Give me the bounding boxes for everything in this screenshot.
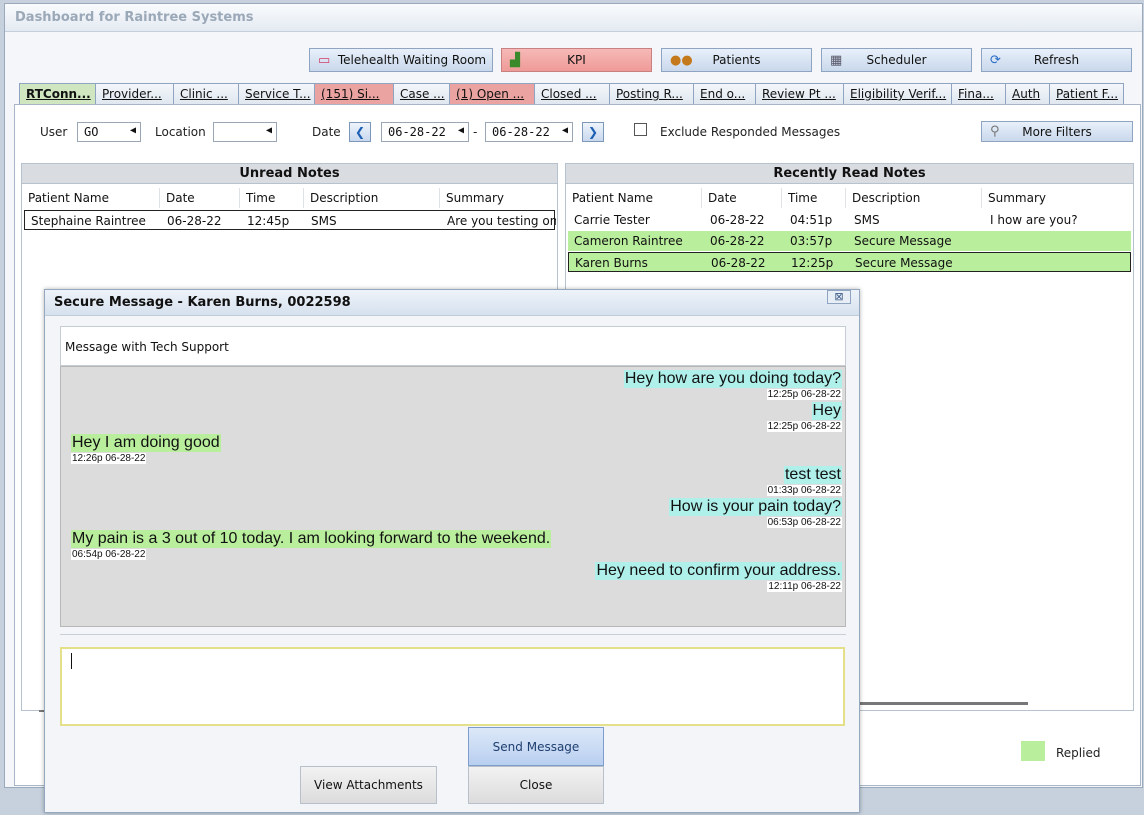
replied-legend-swatch [1021,741,1045,761]
tab-signature[interactable]: (151) Si... [314,83,394,105]
text-cursor [71,653,72,669]
column-header[interactable]: Description [846,188,982,208]
tab-case[interactable]: Case ... [393,83,450,105]
dialog-title: Secure Message - Karen Burns, 0022598 [45,290,859,316]
tab-eligibility[interactable]: Eligibility Verif... [843,83,952,105]
divider [60,634,846,635]
column-header[interactable]: Date [160,188,240,208]
users-icon: ●● [670,53,693,68]
date-label: Date [312,125,341,139]
chat-timestamp: 12:11p 06-28-22 [767,581,842,592]
message-subject-bar: Message with Tech Support [60,326,846,366]
more-filters-button[interactable]: ⚲ More Filters [981,121,1133,142]
filter-icon: ⚲ [990,124,1000,139]
message-thread[interactable]: Hey how are you doing today? 12:25p 06-28… [60,366,846,627]
tab-financial[interactable]: Fina... [951,83,1006,105]
chat-message: Hey I am doing good [71,434,221,452]
location-select[interactable]: ◀ [213,122,277,142]
recent-notes-title: Recently Read Notes [566,164,1133,184]
exclude-responded-checkbox[interactable] [634,123,647,136]
calendar-icon: ▦ [830,53,843,68]
tab-strip: RTConn... Provider... Clinic ... Service… [19,83,1124,105]
chart-icon: ▟ [510,53,520,68]
unread-header-row: Patient Name Date Time Description Summa… [22,188,557,208]
user-select[interactable]: GO ◀ [77,122,141,142]
next-date-button[interactable]: ❯ [582,122,604,142]
dropdown-arrow-icon: ◀ [265,125,272,136]
unread-notes-title: Unread Notes [22,164,557,184]
camera-icon: ▭ [318,53,331,68]
dropdown-arrow-icon: ◀ [457,125,464,136]
table-row[interactable]: Cameron Raintree 06-28-22 03:57p Secure … [568,231,1131,251]
tab-rtconnect[interactable]: RTConn... [19,83,96,105]
column-header[interactable]: Summary [982,188,1133,208]
window-title: Dashboard for Raintree Systems [5,4,1142,32]
column-header[interactable]: Patient Name [566,188,702,208]
dropdown-arrow-icon: ◀ [561,125,568,136]
send-message-button[interactable]: Send Message [468,727,604,766]
secure-message-dialog: Secure Message - Karen Burns, 0022598 ⊠ … [44,289,860,813]
chat-message: Hey how are you doing today? [623,370,842,388]
chat-message: How is your pain today? [669,498,842,516]
chat-timestamp: 06:54p 06-28-22 [71,549,147,560]
date-from-field[interactable]: 06-28-22 ◀ [381,122,469,142]
column-header[interactable]: Date [702,188,782,208]
exclude-responded-label: Exclude Responded Messages [660,125,841,139]
chat-message: Hey need to confirm your address. [595,562,842,580]
refresh-button[interactable]: ⟳ Refresh [981,48,1132,72]
chat-timestamp: 06:53p 06-28-22 [766,517,842,528]
table-row[interactable]: Carrie Tester 06-28-22 04:51p SMS I how … [568,210,1131,230]
chat-message: My pain is a 3 out of 10 today. I am loo… [71,530,552,548]
location-label: Location [155,125,206,139]
tab-closed[interactable]: Closed ... [534,83,610,105]
tab-open[interactable]: (1) Open ... [449,83,535,105]
column-header[interactable]: Summary [440,188,557,208]
date-separator: - [473,125,478,139]
chat-timestamp: 12:25p 06-28-22 [766,389,842,400]
chat-timestamp: 12:25p 06-28-22 [766,421,842,432]
chat-timestamp: 12:26p 06-28-22 [71,453,147,464]
table-row[interactable]: Stephaine Raintree 06-28-22 12:45p SMS A… [24,210,556,230]
refresh-icon: ⟳ [990,53,1001,68]
tab-clinic[interactable]: Clinic ... [173,83,239,105]
message-subject: Message with Tech Support [65,340,229,354]
close-icon[interactable]: ⊠ [827,290,851,304]
kpi-button[interactable]: ▟ KPI [501,48,652,72]
chevron-right-icon: ❯ [587,125,599,139]
chat-message: test test [783,466,842,484]
table-row[interactable]: Karen Burns 06-28-22 12:25p Secure Messa… [568,252,1131,272]
view-attachments-button[interactable]: View Attachments [300,766,437,804]
previous-date-button[interactable]: ❮ [349,122,371,142]
tab-end-of-day[interactable]: End o... [693,83,756,105]
message-input[interactable] [60,647,845,726]
patients-button[interactable]: ●● Patients [661,48,812,72]
close-button[interactable]: Close [468,766,604,804]
tab-service[interactable]: Service T... [238,83,315,105]
horizontal-scrollbar[interactable] [846,702,1028,705]
chevron-left-icon: ❮ [354,125,366,139]
scheduler-button[interactable]: ▦ Scheduler [821,48,972,72]
user-label: User [40,125,68,139]
replied-legend-label: Replied [1056,746,1101,760]
recent-header-row: Patient Name Date Time Description Summa… [566,188,1133,208]
column-header[interactable]: Time [782,188,846,208]
column-header[interactable]: Time [240,188,304,208]
tab-auth[interactable]: Auth [1005,83,1050,105]
chat-message: Hey [811,402,842,420]
date-to-field[interactable]: 06-28-22 ◀ [485,122,573,142]
chat-timestamp: 01:33p 06-28-22 [766,485,842,496]
tab-posting[interactable]: Posting R... [609,83,694,105]
tab-provider[interactable]: Provider... [95,83,174,105]
tab-review-pt[interactable]: Review Pt ... [755,83,844,105]
dropdown-arrow-icon: ◀ [129,125,136,136]
column-header[interactable]: Description [304,188,440,208]
column-header[interactable]: Patient Name [22,188,160,208]
tab-patient-f[interactable]: Patient F... [1049,83,1124,105]
telehealth-button[interactable]: ▭ Telehealth Waiting Room [309,48,493,72]
